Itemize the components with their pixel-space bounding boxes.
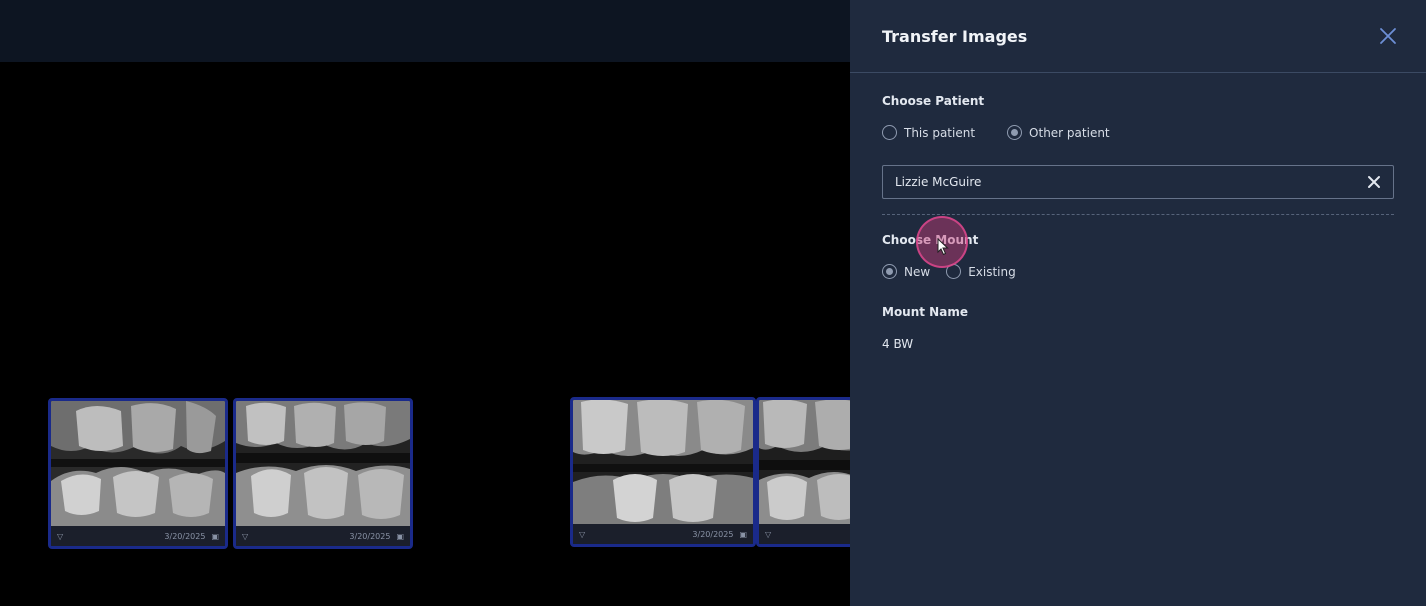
mount-name-value[interactable]: 4 BW — [882, 337, 913, 351]
radio-circle-selected — [882, 264, 897, 279]
choose-mount-label: Choose Mount — [882, 233, 979, 247]
panel-title: Transfer Images — [882, 26, 1028, 46]
xray-image — [51, 401, 225, 526]
radio-other-patient[interactable]: Other patient — [1007, 125, 1110, 140]
tooth-icon: ▽ — [579, 529, 586, 539]
patient-search-field[interactable]: Lizzie McGuire — [882, 165, 1394, 199]
xray-thumbnail[interactable]: ▽ — [756, 397, 850, 547]
tooth-icon: ▽ — [242, 531, 249, 541]
mount-name-label: Mount Name — [882, 305, 968, 319]
radio-existing[interactable]: Existing — [946, 264, 1016, 279]
choose-patient-label: Choose Patient — [882, 94, 985, 108]
choose-patient-radio-group: This patient Other patient — [882, 125, 1142, 140]
thumbnail-date: 3/20/2025 — [349, 531, 391, 541]
radio-label: Existing — [968, 264, 1016, 279]
top-bar — [0, 0, 850, 62]
section-divider — [882, 214, 1394, 215]
image-icon: ▣ — [396, 531, 404, 541]
xray-thumbnail[interactable]: ▽ 3/20/2025 ▣ — [570, 397, 756, 547]
thumbnail-caption: ▽ 3/20/2025 ▣ — [573, 524, 753, 544]
image-icon: ▣ — [739, 529, 747, 539]
radio-circle-selected — [1007, 125, 1023, 140]
app-root: ▽ 3/20/2025 ▣ ▽ 3/20/2025 ▣ ▽ 3/20/2025 … — [0, 0, 1426, 606]
close-icon[interactable] — [1378, 26, 1398, 46]
choose-mount-radio-group: New Existing — [882, 264, 1048, 279]
radio-label: Other patient — [1029, 125, 1110, 140]
thumbnail-caption: ▽ 3/20/2025 ▣ — [236, 526, 410, 546]
radio-circle — [882, 125, 897, 140]
image-icon: ▣ — [211, 531, 219, 541]
image-canvas: ▽ 3/20/2025 ▣ ▽ 3/20/2025 ▣ ▽ 3/20/2025 … — [0, 62, 850, 606]
radio-this-patient[interactable]: This patient — [882, 125, 975, 140]
xray-image — [236, 401, 410, 526]
xray-image — [573, 400, 753, 527]
radio-circle — [946, 264, 962, 279]
thumbnail-caption: ▽ 3/20/2025 ▣ — [51, 526, 225, 546]
patient-field-value[interactable]: Lizzie McGuire — [895, 175, 1367, 189]
panel-header: Transfer Images — [850, 0, 1426, 73]
xray-thumbnail[interactable]: ▽ 3/20/2025 ▣ — [48, 398, 228, 549]
radio-label: This patient — [904, 125, 976, 140]
radio-label: New — [904, 264, 931, 279]
thumbnail-date: 3/20/2025 — [692, 529, 734, 539]
radio-new[interactable]: New — [882, 264, 930, 279]
xray-image — [759, 400, 850, 527]
tooth-icon: ▽ — [765, 529, 772, 539]
tooth-icon: ▽ — [57, 531, 64, 541]
xray-thumbnail[interactable]: ▽ 3/20/2025 ▣ — [233, 398, 413, 549]
thumbnail-caption: ▽ — [759, 524, 850, 544]
transfer-images-panel: Transfer Images Choose Patient This pati… — [850, 0, 1426, 606]
thumbnail-date: 3/20/2025 — [164, 531, 206, 541]
clear-icon[interactable] — [1367, 175, 1381, 189]
